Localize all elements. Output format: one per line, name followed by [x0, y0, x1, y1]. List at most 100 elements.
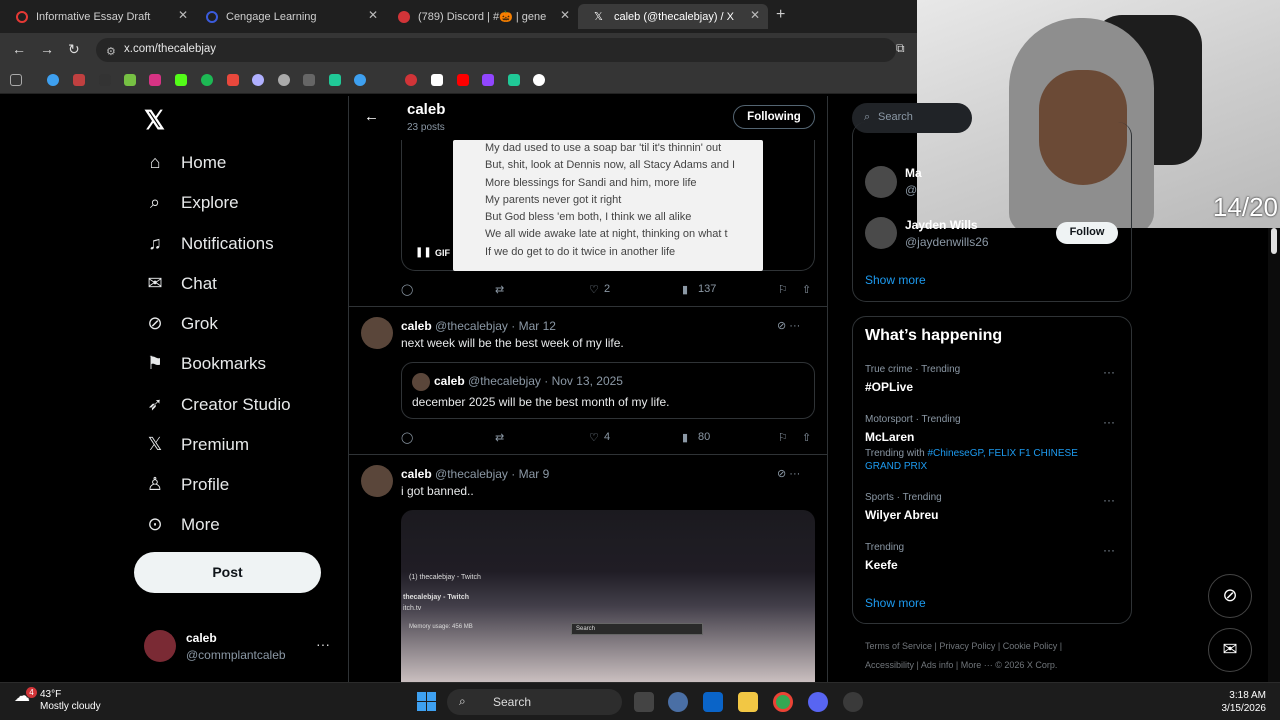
nav-item-home[interactable]: ⌂ Home [144, 152, 227, 173]
bookmark-icon[interactable] [252, 74, 264, 86]
pause-icon[interactable]: ❚❚ [415, 247, 432, 258]
share-icon[interactable]: ⇧ [802, 283, 811, 296]
bookmark-icon[interactable] [533, 74, 545, 86]
show-more-link[interactable]: Show more [865, 596, 926, 610]
kick-icon[interactable] [175, 74, 187, 86]
nav-item-premium[interactable]: 𝕏 Premium [144, 434, 249, 455]
bookmark-icon[interactable] [124, 74, 136, 86]
taskbar-search[interactable]: ⌕ Search [447, 689, 622, 715]
avatar[interactable] [361, 465, 393, 497]
windows-start-icon[interactable] [417, 692, 437, 712]
views-icon[interactable]: ▮ [682, 431, 688, 444]
account-switcher[interactable]: caleb @commplantcaleb ··· [144, 628, 334, 668]
trend-name[interactable]: Wilyer Abreu [865, 508, 938, 522]
suggested-name[interactable]: Jayden Wills [905, 218, 978, 232]
nav-item-bookmarks[interactable]: ⚑ Bookmarks [144, 353, 266, 374]
tweet-author[interactable]: caleb @thecalebjay · Mar 12 [401, 319, 556, 333]
reload-icon[interactable]: ↻ [68, 41, 80, 58]
youtube-icon[interactable] [457, 74, 469, 86]
browser-tab-x[interactable]: 𝕏 caleb (@thecalebjay) / X ✕ [578, 4, 768, 29]
close-icon[interactable]: ✕ [368, 8, 378, 22]
grok-fab-button[interactable]: ⊘ [1208, 574, 1252, 618]
bookmark-icon[interactable] [508, 74, 520, 86]
store-icon[interactable] [703, 692, 723, 712]
apps-grid-icon[interactable] [10, 74, 22, 86]
gif-media[interactable]: My dad used to use a soap bar 'til it's … [453, 140, 763, 271]
footer-link[interactable]: Terms of Service [865, 641, 932, 651]
trend-name[interactable]: #OPLive [865, 380, 913, 394]
task-view-icon[interactable] [634, 692, 654, 712]
site-info-icon[interactable]: ⚙ [106, 45, 116, 58]
messages-fab-button[interactable]: ✉ [1208, 628, 1252, 672]
reply-icon[interactable]: ◯ [401, 283, 413, 296]
repost-icon[interactable]: ⇄ [495, 283, 504, 296]
discord-icon[interactable] [808, 692, 828, 712]
twitch-icon[interactable] [482, 74, 494, 86]
nav-item-profile[interactable]: ♙ Profile [144, 474, 229, 495]
footer-link[interactable]: Cookie Policy [1003, 641, 1058, 651]
scrollbar-thumb[interactable] [1271, 228, 1277, 254]
nav-item-explore[interactable]: ⌕ Explore [144, 192, 239, 213]
weather-widget[interactable]: ☁ 4 43°F Mostly cloudy [14, 687, 101, 713]
bookmark-icon[interactable]: ⚐ [778, 431, 788, 444]
bookmark-icon[interactable] [354, 74, 366, 86]
bookmark-icon[interactable] [73, 74, 85, 86]
screencast-icon[interactable]: ⧉ [896, 41, 905, 56]
following-button[interactable]: Following [733, 105, 815, 129]
video-media[interactable]: (1) thecalebjay - Twitch thecalebjay - T… [401, 510, 815, 682]
footer-link[interactable]: Accessibility [865, 660, 914, 670]
page-scrollbar[interactable] [1268, 228, 1280, 682]
grok-icon[interactable]: ⊘ [777, 468, 786, 480]
bookmark-icon[interactable] [227, 74, 239, 86]
footer-link[interactable]: Privacy Policy [939, 641, 995, 651]
suggested-name[interactable]: Ma [905, 166, 922, 180]
post-button[interactable]: Post [134, 552, 321, 593]
system-clock[interactable]: 3:18 AM 3/15/2026 [1210, 689, 1267, 715]
spotify-icon[interactable] [201, 74, 213, 86]
nav-item-more[interactable]: ⊙ More [144, 514, 219, 535]
reply-icon[interactable]: ◯ [401, 431, 413, 444]
share-icon[interactable]: ⇧ [802, 431, 811, 444]
more-dots-icon[interactable]: ··· [789, 468, 800, 480]
close-icon[interactable]: ✕ [750, 8, 760, 22]
bookmark-icon[interactable]: ⚐ [778, 283, 788, 296]
like-icon[interactable]: ♡ [589, 431, 599, 444]
bookmark-icon[interactable] [99, 74, 111, 86]
repost-icon[interactable]: ⇄ [495, 431, 504, 444]
settings-icon[interactable] [668, 692, 688, 712]
avatar[interactable] [865, 217, 897, 249]
more-dots-icon[interactable]: ··· [1103, 365, 1115, 379]
trend-name[interactable]: Keefe [865, 558, 898, 572]
x-logo[interactable]: 𝕏 [144, 105, 165, 136]
forward-icon[interactable]: → [40, 41, 54, 57]
views-icon[interactable]: ▮ [682, 283, 688, 296]
bookmark-icon[interactable] [329, 74, 341, 86]
show-more-link[interactable]: Show more [865, 273, 926, 287]
close-icon[interactable]: ✕ [178, 8, 188, 22]
browser-tab-discord[interactable]: (789) Discord | #🎃 | gene ✕ [382, 4, 578, 29]
more-dots-icon[interactable]: ··· [316, 636, 330, 652]
tweet-author[interactable]: caleb @thecalebjay · Mar 9 [401, 467, 549, 481]
nav-item-notifications[interactable]: ♫ Notifications [144, 233, 273, 254]
quoted-tweet[interactable]: caleb @thecalebjay · Nov 13, 2025 decemb… [401, 362, 815, 419]
app-icon[interactable] [843, 692, 863, 712]
browser-tab-cengage[interactable]: Cengage Learning ✕ [190, 4, 386, 29]
back-icon[interactable]: ← [12, 41, 26, 57]
nav-item-creator-studio[interactable]: ➶ Creator Studio [144, 394, 290, 415]
bookmark-icon[interactable] [405, 74, 417, 86]
chrome-icon[interactable] [773, 692, 793, 712]
more-dots-icon[interactable]: ··· [789, 320, 800, 332]
footer-link[interactable]: More ··· [961, 660, 993, 670]
more-dots-icon[interactable]: ··· [1103, 543, 1115, 557]
avatar[interactable] [361, 317, 393, 349]
avatar[interactable] [865, 166, 897, 198]
more-dots-icon[interactable]: ··· [1103, 415, 1115, 429]
grok-icon[interactable]: ⊘ [777, 320, 786, 332]
url-input[interactable]: x.com/thecalebjay [96, 38, 896, 62]
bookmark-icon[interactable] [303, 74, 315, 86]
nav-item-grok[interactable]: ⊘ Grok [144, 313, 217, 334]
footer-link[interactable]: Ads info [921, 660, 954, 670]
nav-item-chat[interactable]: ✉ Chat [144, 273, 216, 294]
close-icon[interactable]: ✕ [560, 8, 570, 22]
file-explorer-icon[interactable] [738, 692, 758, 712]
